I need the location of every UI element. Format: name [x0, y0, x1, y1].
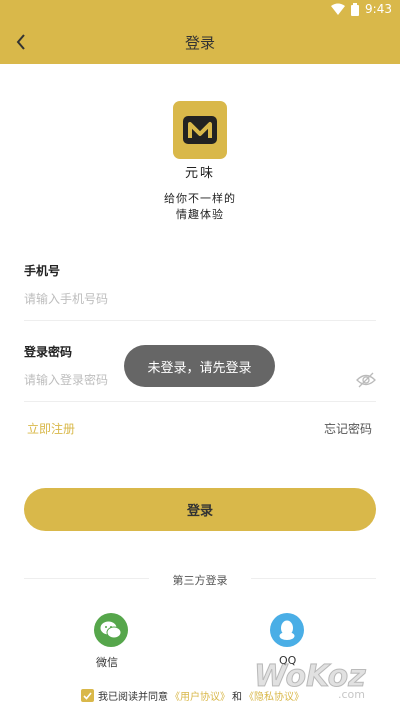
wechat-login-button[interactable] — [94, 613, 128, 647]
logo-m-icon — [183, 116, 217, 144]
page-title: 登录 — [184, 34, 215, 52]
brand-slogan-line2: 情趣体验 — [176, 208, 224, 221]
status-time: 9:43 — [365, 2, 392, 16]
register-link[interactable]: 立即注册 — [27, 420, 75, 437]
check-icon — [83, 691, 92, 700]
password-label: 登录密码 — [24, 345, 73, 359]
svg-text:.com: .com — [338, 688, 365, 701]
login-required-toast: 未登录，请先登录 — [124, 345, 275, 387]
battery-icon — [351, 2, 360, 16]
login-button[interactable]: 登录 — [24, 488, 376, 531]
qq-login-button[interactable] — [270, 613, 304, 647]
app-logo — [173, 101, 227, 159]
password-divider — [24, 401, 376, 402]
agreement-prefix: 我已阅读并同意 — [98, 692, 168, 703]
qq-icon — [279, 620, 295, 640]
eye-off-icon[interactable] — [356, 371, 376, 389]
phone-input[interactable] — [24, 288, 354, 310]
forgot-password-link[interactable]: 忘记密码 — [324, 420, 372, 437]
phone-label: 手机号 — [24, 264, 61, 278]
app-bar: 登录 — [0, 20, 400, 64]
third-party-divider-right — [251, 578, 376, 579]
status-icons: 9:43 — [331, 2, 392, 16]
user-agreement-link[interactable]: 《用户协议》 — [170, 688, 230, 703]
wechat-label: 微信 — [96, 656, 118, 669]
phone-divider — [24, 320, 376, 321]
wechat-icon — [100, 621, 122, 639]
brand-slogan-line1: 给你不一样的 — [164, 192, 236, 205]
agreement-conjunction: 和 — [232, 692, 242, 703]
watermark-logo: WoKoz .com — [254, 659, 367, 702]
brand-name: 元味 — [184, 166, 215, 181]
agreement-checkbox[interactable] — [81, 689, 94, 702]
wifi-icon — [331, 3, 346, 15]
third-party-title: 第三方登录 — [172, 574, 228, 587]
status-bar: 9:43 — [0, 0, 400, 20]
